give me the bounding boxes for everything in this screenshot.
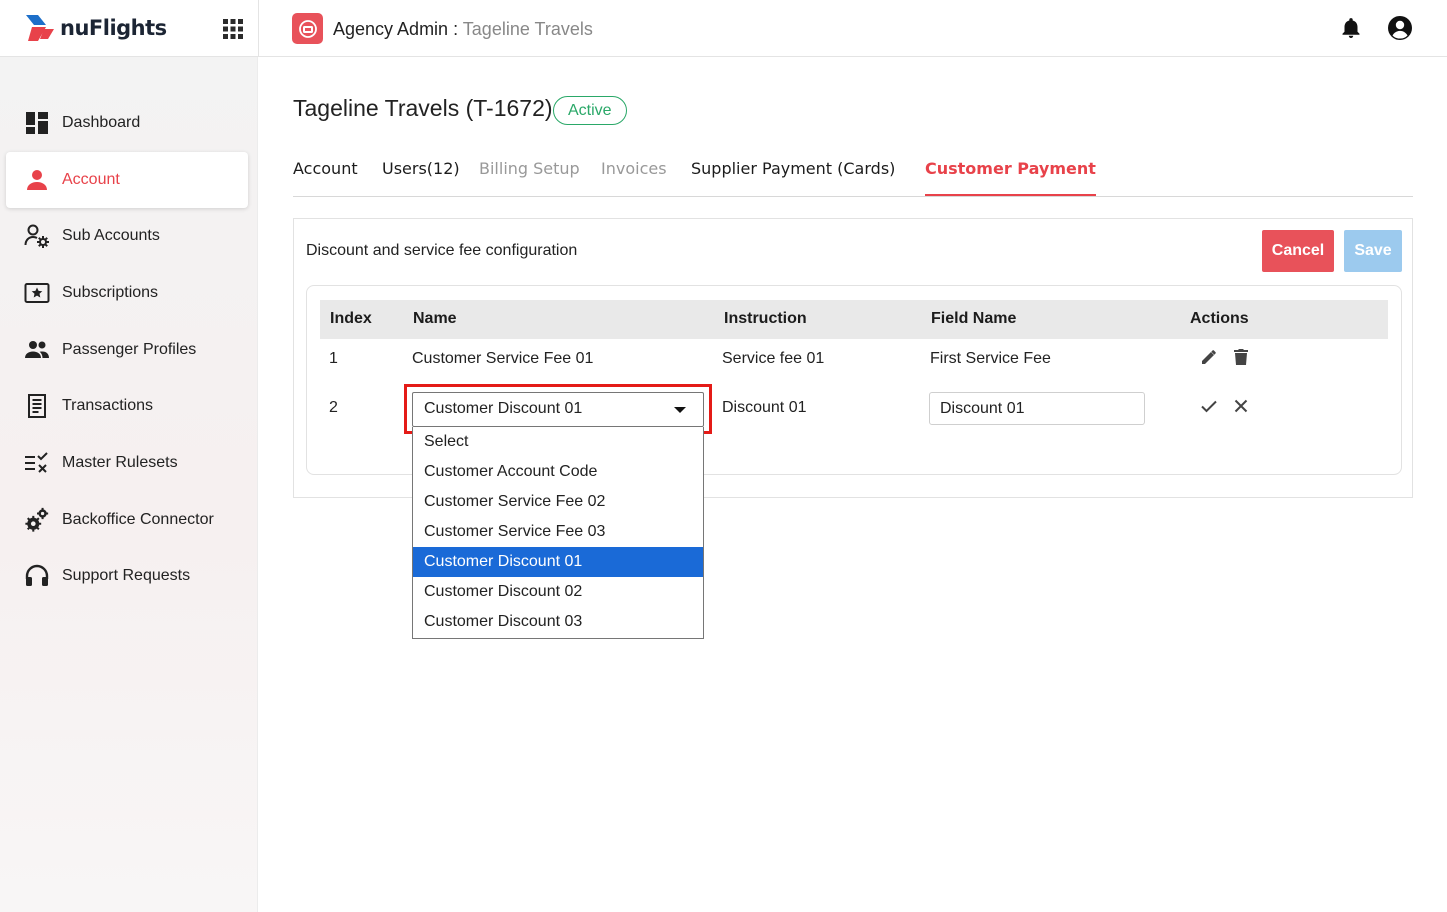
top-bar: nuFlights Agency Admin : Tageline Travel… — [0, 0, 1447, 57]
card-heading: Discount and service fee configuration — [306, 242, 578, 259]
sidebar-item-label: Sub Accounts — [62, 227, 160, 244]
header-divider — [258, 0, 259, 57]
row-field-name: First Service Fee — [930, 350, 1051, 367]
save-button[interactable]: Save — [1344, 230, 1402, 272]
apps-grid-icon[interactable] — [222, 18, 244, 40]
sidebar-item-label: Master Rulesets — [62, 454, 178, 471]
tab-users[interactable]: Users(12) — [382, 159, 460, 196]
sidebar-item-backoffice-connector[interactable]: Backoffice Connector — [6, 492, 248, 548]
sidebar-item-support-requests[interactable]: Support Requests — [6, 548, 248, 604]
sidebar-item-label: Account — [62, 171, 120, 188]
header-role: Agency Admin — [333, 19, 449, 39]
name-dropdown-list: Select Customer Account Code Customer Se… — [412, 427, 704, 639]
column-header-instruction: Instruction — [724, 310, 807, 327]
sidebar-item-subscriptions[interactable]: Subscriptions — [6, 265, 248, 321]
row-name: Customer Service Fee 01 — [412, 350, 594, 367]
agency-icon — [292, 13, 323, 44]
confirm-check-icon[interactable] — [1199, 396, 1219, 416]
dropdown-option[interactable]: Select — [413, 427, 703, 457]
cancel-x-icon[interactable] — [1231, 396, 1251, 416]
person-icon — [24, 167, 50, 193]
gears-icon — [24, 507, 50, 533]
column-header-field-name: Field Name — [931, 310, 1017, 327]
sidebar-item-label: Transactions — [62, 397, 153, 414]
column-header-name: Name — [413, 310, 457, 327]
row-index: 2 — [329, 399, 338, 416]
sidebar-item-label: Backoffice Connector — [62, 511, 214, 528]
sidebar-item-passenger-profiles[interactable]: Passenger Profiles — [6, 322, 248, 378]
sidebar-item-label: Support Requests — [62, 567, 191, 584]
tab-billing-setup[interactable]: Billing Setup — [479, 159, 580, 196]
sidebar-item-dashboard[interactable]: Dashboard — [6, 95, 248, 151]
user-circle-icon[interactable] — [1387, 15, 1413, 41]
tab-supplier-payment-cards[interactable]: Supplier Payment (Cards) — [691, 159, 895, 196]
dashboard-icon — [24, 110, 50, 136]
sidebar-item-label: Passenger Profiles — [62, 341, 197, 358]
tab-invoices[interactable]: Invoices — [601, 159, 667, 196]
sidebar-item-sub-accounts[interactable]: Sub Accounts — [6, 208, 248, 264]
tab-account[interactable]: Account — [293, 159, 358, 196]
edit-icon[interactable] — [1199, 347, 1219, 367]
row-instruction: Discount 01 — [722, 399, 807, 416]
rules-icon — [24, 450, 50, 476]
dropdown-option[interactable]: Customer Discount 03 — [413, 607, 703, 637]
tab-customer-payment[interactable]: Customer Payment — [925, 159, 1096, 196]
cancel-button[interactable]: Cancel — [1262, 230, 1334, 272]
sidebar-item-label: Subscriptions — [62, 284, 159, 301]
header-agency-name: Tageline Travels — [462, 19, 593, 39]
dropdown-option[interactable]: Customer Service Fee 02 — [413, 487, 703, 517]
header-separator: : — [453, 19, 459, 39]
header-title: Agency Admin : Tageline Travels — [333, 19, 593, 40]
delete-icon[interactable] — [1231, 347, 1251, 367]
caret-down-icon — [674, 407, 686, 413]
receipt-icon — [24, 393, 50, 419]
headset-icon — [24, 563, 50, 589]
table-header: Index Name Instruction Field Name Action… — [320, 300, 1388, 339]
dropdown-option[interactable]: Customer Service Fee 03 — [413, 517, 703, 547]
dropdown-option-selected[interactable]: Customer Discount 01 — [413, 547, 703, 577]
dropdown-option[interactable]: Customer Account Code — [413, 457, 703, 487]
column-header-actions: Actions — [1190, 310, 1249, 327]
people-icon — [24, 337, 50, 363]
field-name-input[interactable] — [929, 392, 1145, 425]
row-instruction: Service fee 01 — [722, 350, 825, 367]
status-badge: Active — [553, 96, 627, 125]
subscriptions-icon — [24, 280, 50, 306]
brand-logo-icon — [26, 15, 54, 41]
select-value: Customer Discount 01 — [424, 400, 583, 417]
sidebar-item-master-rulesets[interactable]: Master Rulesets — [6, 435, 248, 491]
brand-logo[interactable]: nuFlights — [24, 10, 167, 46]
sidebar-item-label: Dashboard — [62, 114, 141, 131]
column-header-index: Index — [330, 310, 372, 327]
sidebar: Dashboard Account Sub Accounts Subscript… — [0, 57, 258, 912]
dropdown-option[interactable]: Customer Discount 02 — [413, 577, 703, 607]
sub-accounts-icon — [24, 223, 50, 249]
bell-icon[interactable] — [1339, 16, 1363, 40]
sidebar-item-transactions[interactable]: Transactions — [6, 378, 248, 434]
brand-name: nuFlights — [60, 16, 167, 40]
row-index: 1 — [329, 350, 338, 367]
tab-bar: Account Users(12) Billing Setup Invoices… — [293, 156, 1413, 197]
page-title: Tageline Travels (T-1672) — [293, 95, 553, 121]
sidebar-item-account[interactable]: Account — [6, 152, 248, 208]
name-select[interactable]: Customer Discount 01 — [412, 392, 704, 427]
